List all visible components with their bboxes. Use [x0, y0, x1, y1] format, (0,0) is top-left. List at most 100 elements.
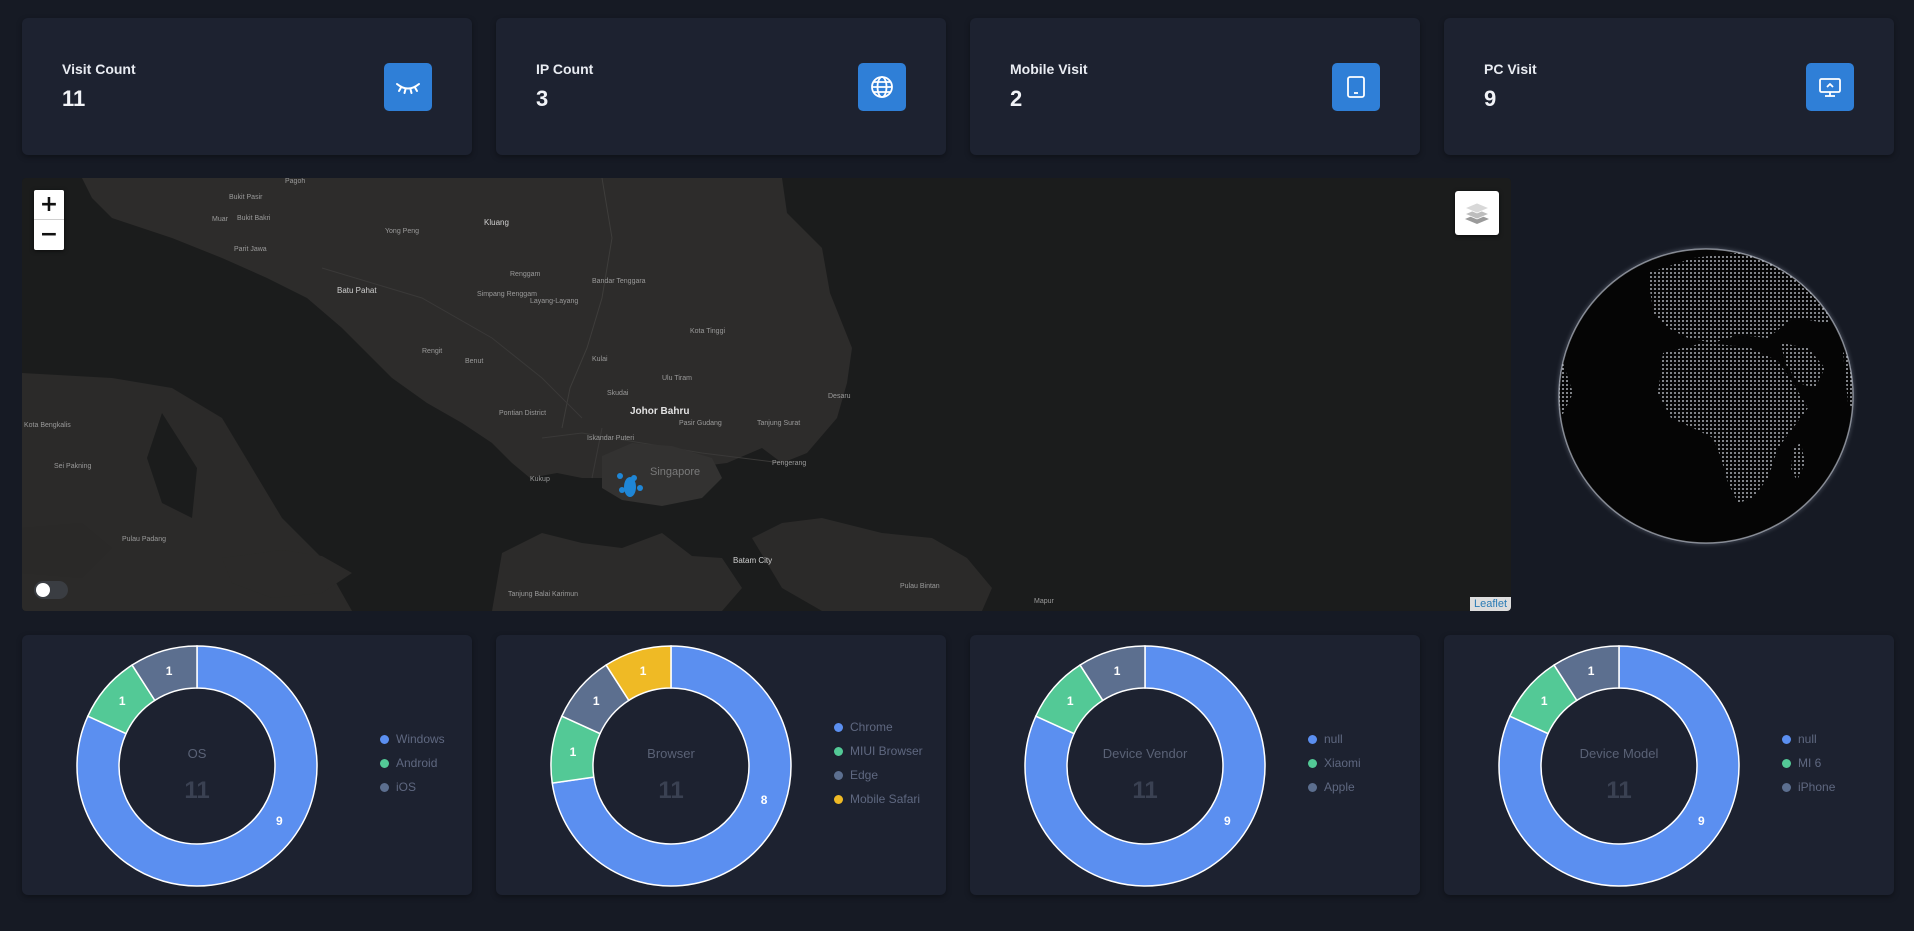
map-label: Pulau Padang — [122, 536, 166, 543]
globe[interactable] — [1553, 243, 1859, 549]
slice-value-label: 1 — [640, 664, 647, 678]
map-label: Benut — [465, 358, 484, 365]
map-label: Muar — [212, 216, 228, 223]
desktop-icon — [1806, 63, 1854, 111]
slice-value-label: 1 — [1588, 664, 1595, 678]
map-label: Bukit Pasir — [229, 194, 263, 201]
map-label: Tanjung Balai Karimun — [508, 591, 579, 598]
map-label: Pengerang — [772, 460, 807, 467]
map-label: Sei Pakning — [54, 463, 92, 470]
legend-label: iPhone — [1798, 780, 1836, 794]
chart-card-device-model: 9 1 1 Device Model 11 null MI 6 iPhone — [1444, 635, 1894, 895]
legend-label: Apple — [1324, 780, 1355, 794]
zoom-in-button[interactable]: + — [34, 190, 64, 220]
chart-card-os: 9 1 1 OS 11 Windows Android iOS — [22, 635, 472, 895]
stat-value: 3 — [536, 86, 549, 111]
map-label: Layang-Layang — [530, 298, 579, 305]
legend-item[interactable]: Windows — [380, 732, 445, 746]
stat-title: PC Visit — [1484, 61, 1537, 77]
map-label: Pulau Bintan — [900, 583, 940, 590]
map-style-toggle[interactable] — [34, 581, 68, 599]
legend-item[interactable]: iOS — [380, 780, 416, 794]
map-label: Desaru — [828, 393, 851, 400]
stat-value: 11 — [62, 86, 86, 111]
legend-label: Windows — [396, 732, 445, 746]
legend-dot — [380, 735, 389, 744]
map-label: Pasir Gudang — [679, 420, 722, 427]
map-label: Pagoh — [285, 178, 306, 185]
map-label: Johor Bahru — [630, 406, 690, 417]
legend-item[interactable]: Mobile Safari — [834, 792, 920, 806]
donut-center-title: OS — [188, 746, 207, 761]
legend-dot — [380, 783, 389, 792]
map-label: Mapur — [1034, 598, 1054, 605]
stat-title: IP Count — [536, 61, 594, 77]
zoom-out-button[interactable]: − — [34, 220, 64, 249]
legend-item[interactable]: Xiaomi — [1308, 756, 1361, 770]
map-label: Bandar Tenggara — [592, 278, 646, 285]
legend-item[interactable]: Apple — [1308, 780, 1355, 794]
map-label: Parit Jawa — [234, 246, 267, 253]
slice-value-label: 1 — [1067, 694, 1074, 708]
legend-label: Android — [396, 756, 438, 770]
legend-item[interactable]: null — [1308, 732, 1343, 746]
legend-dot — [834, 795, 843, 804]
layers-button[interactable] — [1455, 191, 1499, 235]
slice-value-label: 1 — [593, 694, 600, 708]
legend-item[interactable]: MIUI Browser — [834, 744, 923, 758]
legend-label: null — [1324, 732, 1343, 746]
slice-value-label: 9 — [276, 814, 283, 828]
legend-item[interactable]: iPhone — [1782, 780, 1835, 794]
slice-value-label: 1 — [570, 745, 577, 759]
map-label: Rengit — [422, 348, 443, 355]
map-tiles — [22, 178, 1511, 611]
map-label: Yong Peng — [385, 228, 419, 235]
map-label: Simpang Renggam — [477, 291, 537, 298]
map-label: Kota Tinggi — [690, 328, 726, 335]
map-label: Renggam — [510, 271, 541, 278]
device-vendor-donut-chart: 911Device Vendor11 — [1024, 645, 1266, 887]
legend-dot — [1308, 759, 1317, 768]
stat-card-mobile-visit: Mobile Visit 2 — [970, 18, 1420, 155]
legend-dot — [1308, 735, 1317, 744]
eye-closed-icon — [384, 63, 432, 111]
toggle-knob — [36, 583, 50, 597]
device-model-donut-chart: 911Device Model11 — [1498, 645, 1740, 887]
stat-card-ip-count: IP Count 3 — [496, 18, 946, 155]
donut-center-title: Device Model — [1580, 746, 1659, 761]
legend-label: MI 6 — [1798, 756, 1822, 770]
legend-label: iOS — [396, 780, 417, 794]
legend-dot — [834, 747, 843, 756]
map-label: Kulai — [592, 356, 608, 363]
map-attribution-link[interactable]: Leaflet — [1469, 597, 1511, 611]
slice-value-label: 9 — [1698, 814, 1705, 828]
slice-value-label: 1 — [119, 694, 126, 708]
stat-title: Visit Count — [62, 61, 136, 77]
legend-item[interactable]: Edge — [834, 768, 878, 782]
slice-value-label: 1 — [1114, 664, 1121, 678]
map-label: Tanjung Surat — [757, 420, 801, 427]
map-label: Batam City — [733, 556, 773, 565]
map-label: Kluang — [484, 218, 509, 227]
map-label: Bukit Bakri — [237, 215, 271, 222]
legend-dot — [834, 771, 843, 780]
stat-card-visit-count: Visit Count 11 — [22, 18, 472, 155]
globe-icon — [858, 63, 906, 111]
legend-label: MIUI Browser — [850, 744, 923, 758]
zoom-control: + − — [34, 190, 64, 250]
legend-label: Edge — [850, 768, 879, 782]
chart-card-browser: 8 1 1 1 Browser 11 Chrome MIUI Browser Edge Mobi… — [496, 635, 946, 895]
legend-dot — [1782, 759, 1791, 768]
legend-item[interactable]: Android — [380, 756, 437, 770]
stat-card-pc-visit: PC Visit 9 — [1444, 18, 1894, 155]
legend-label: Mobile Safari — [850, 792, 921, 806]
visitor-map[interactable]: Pagoh Bukit Pasir Muar Bukit Bakri Parit… — [22, 178, 1511, 611]
donut-center-total: 11 — [184, 777, 209, 804]
legend-item[interactable]: Chrome — [834, 720, 893, 734]
legend-item[interactable]: MI 6 — [1782, 756, 1821, 770]
donut-center-title: Browser — [647, 746, 695, 761]
slice-value-label: 1 — [1541, 694, 1548, 708]
map-label: Iskandar Puteri — [587, 435, 635, 442]
legend-dot — [834, 723, 843, 732]
legend-item[interactable]: null — [1782, 732, 1817, 746]
